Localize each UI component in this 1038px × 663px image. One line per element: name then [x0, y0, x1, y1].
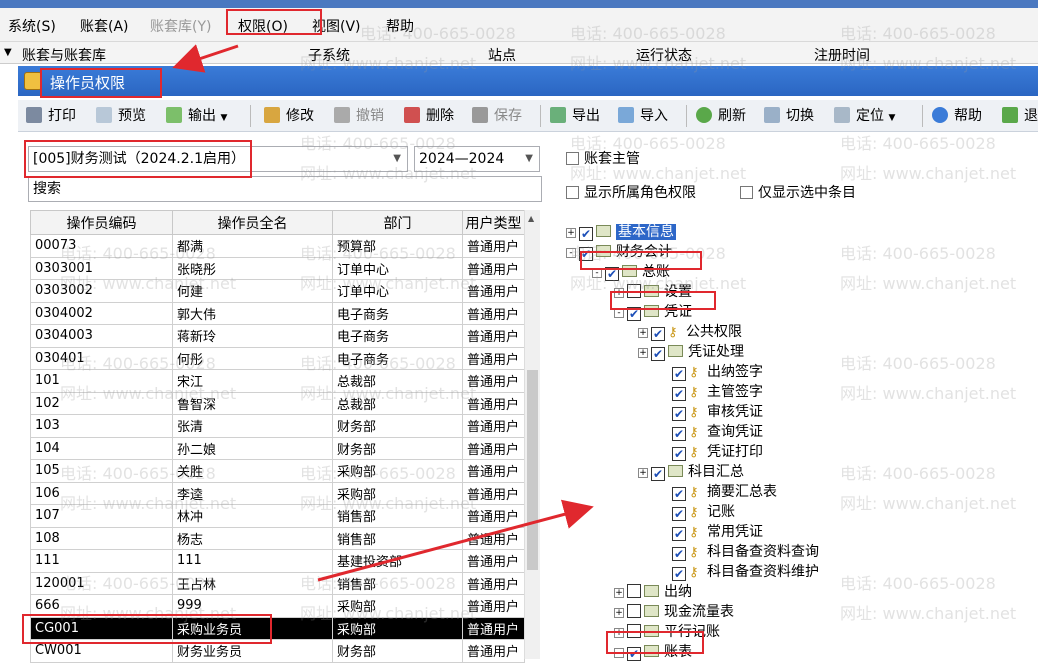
- arrow-menu-to-title: [172, 44, 239, 73]
- arrow-operator-to-tree: [317, 499, 594, 582]
- annotation-arrows: [172, 44, 594, 582]
